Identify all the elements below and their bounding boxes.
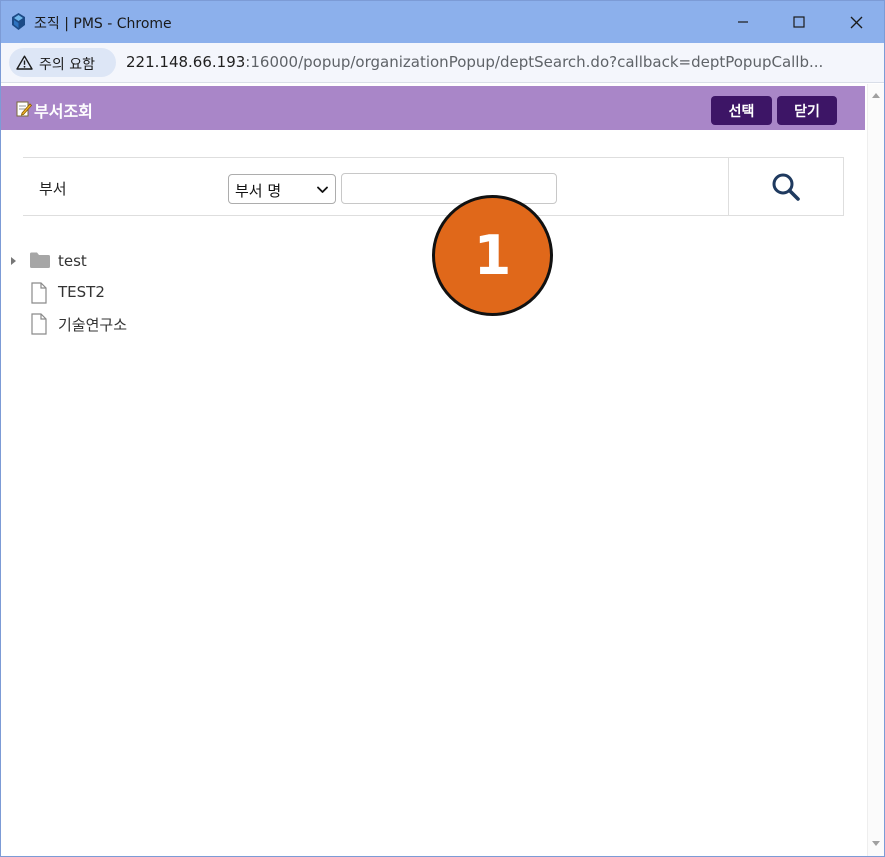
page-scrollbar[interactable] [867,84,884,856]
file-icon [31,282,47,304]
minimize-icon [738,21,748,23]
close-window-button[interactable] [828,1,884,43]
search-panel: 부서 부서 명 [23,157,844,216]
search-input[interactable] [341,173,557,204]
search-icon [772,173,800,201]
close-button[interactable]: 닫기 [777,96,837,125]
security-label: 주의 요함 [39,57,95,73]
search-button[interactable] [729,158,843,215]
tree-item-label: test [58,252,87,270]
folder-icon [30,252,50,268]
url-field[interactable]: 221.148.66.193:16000/popup/organizationP… [126,53,871,71]
search-label: 부서 [39,180,67,198]
popup-header: 부서조회 선택 닫기 [1,86,865,130]
maximize-icon [793,16,805,28]
browser-window: 조직 | PMS - Chrome 주의 요함 221.148.66.193:1… [0,0,885,857]
title-bar: 조직 | PMS - Chrome [1,1,884,43]
warning-triangle-icon [16,55,33,70]
pms-app-icon [12,13,25,30]
file-icon [31,313,47,335]
search-field-selected: 부서 명 [235,182,282,200]
url-path: :16000/popup/organizationPopup/deptSearc… [245,53,824,71]
popup-title: 부서조회 [34,102,93,121]
select-button[interactable]: 선택 [711,96,772,125]
scroll-up-arrow-icon[interactable] [872,93,880,98]
url-host: 221.148.66.193 [126,53,246,71]
popup-page: 부서조회 선택 닫기 부서 부서 명 test TEST2 기술연구소 [1,84,867,856]
tree-item-label: 기술연구소 [58,316,128,334]
security-indicator[interactable]: 주의 요함 [9,48,116,77]
tree-item[interactable]: test [1,249,261,275]
window-title: 조직 | PMS - Chrome [34,16,172,32]
edit-note-icon [16,101,32,117]
chevron-down-icon [317,186,328,193]
minimize-button[interactable] [715,1,771,43]
maximize-button[interactable] [771,1,827,43]
scroll-down-arrow-icon[interactable] [872,841,880,846]
search-field-select[interactable]: 부서 명 [228,174,336,204]
close-icon [850,16,862,28]
tree-item-label: TEST2 [58,283,105,301]
tree-item[interactable]: TEST2 [1,280,261,306]
address-bar: 주의 요함 221.148.66.193:16000/popup/organiz… [1,43,884,83]
tree-item[interactable]: 기술연구소 [1,311,261,337]
step-marker: 1 [432,195,553,316]
tree-expand-toggle[interactable] [11,257,16,265]
